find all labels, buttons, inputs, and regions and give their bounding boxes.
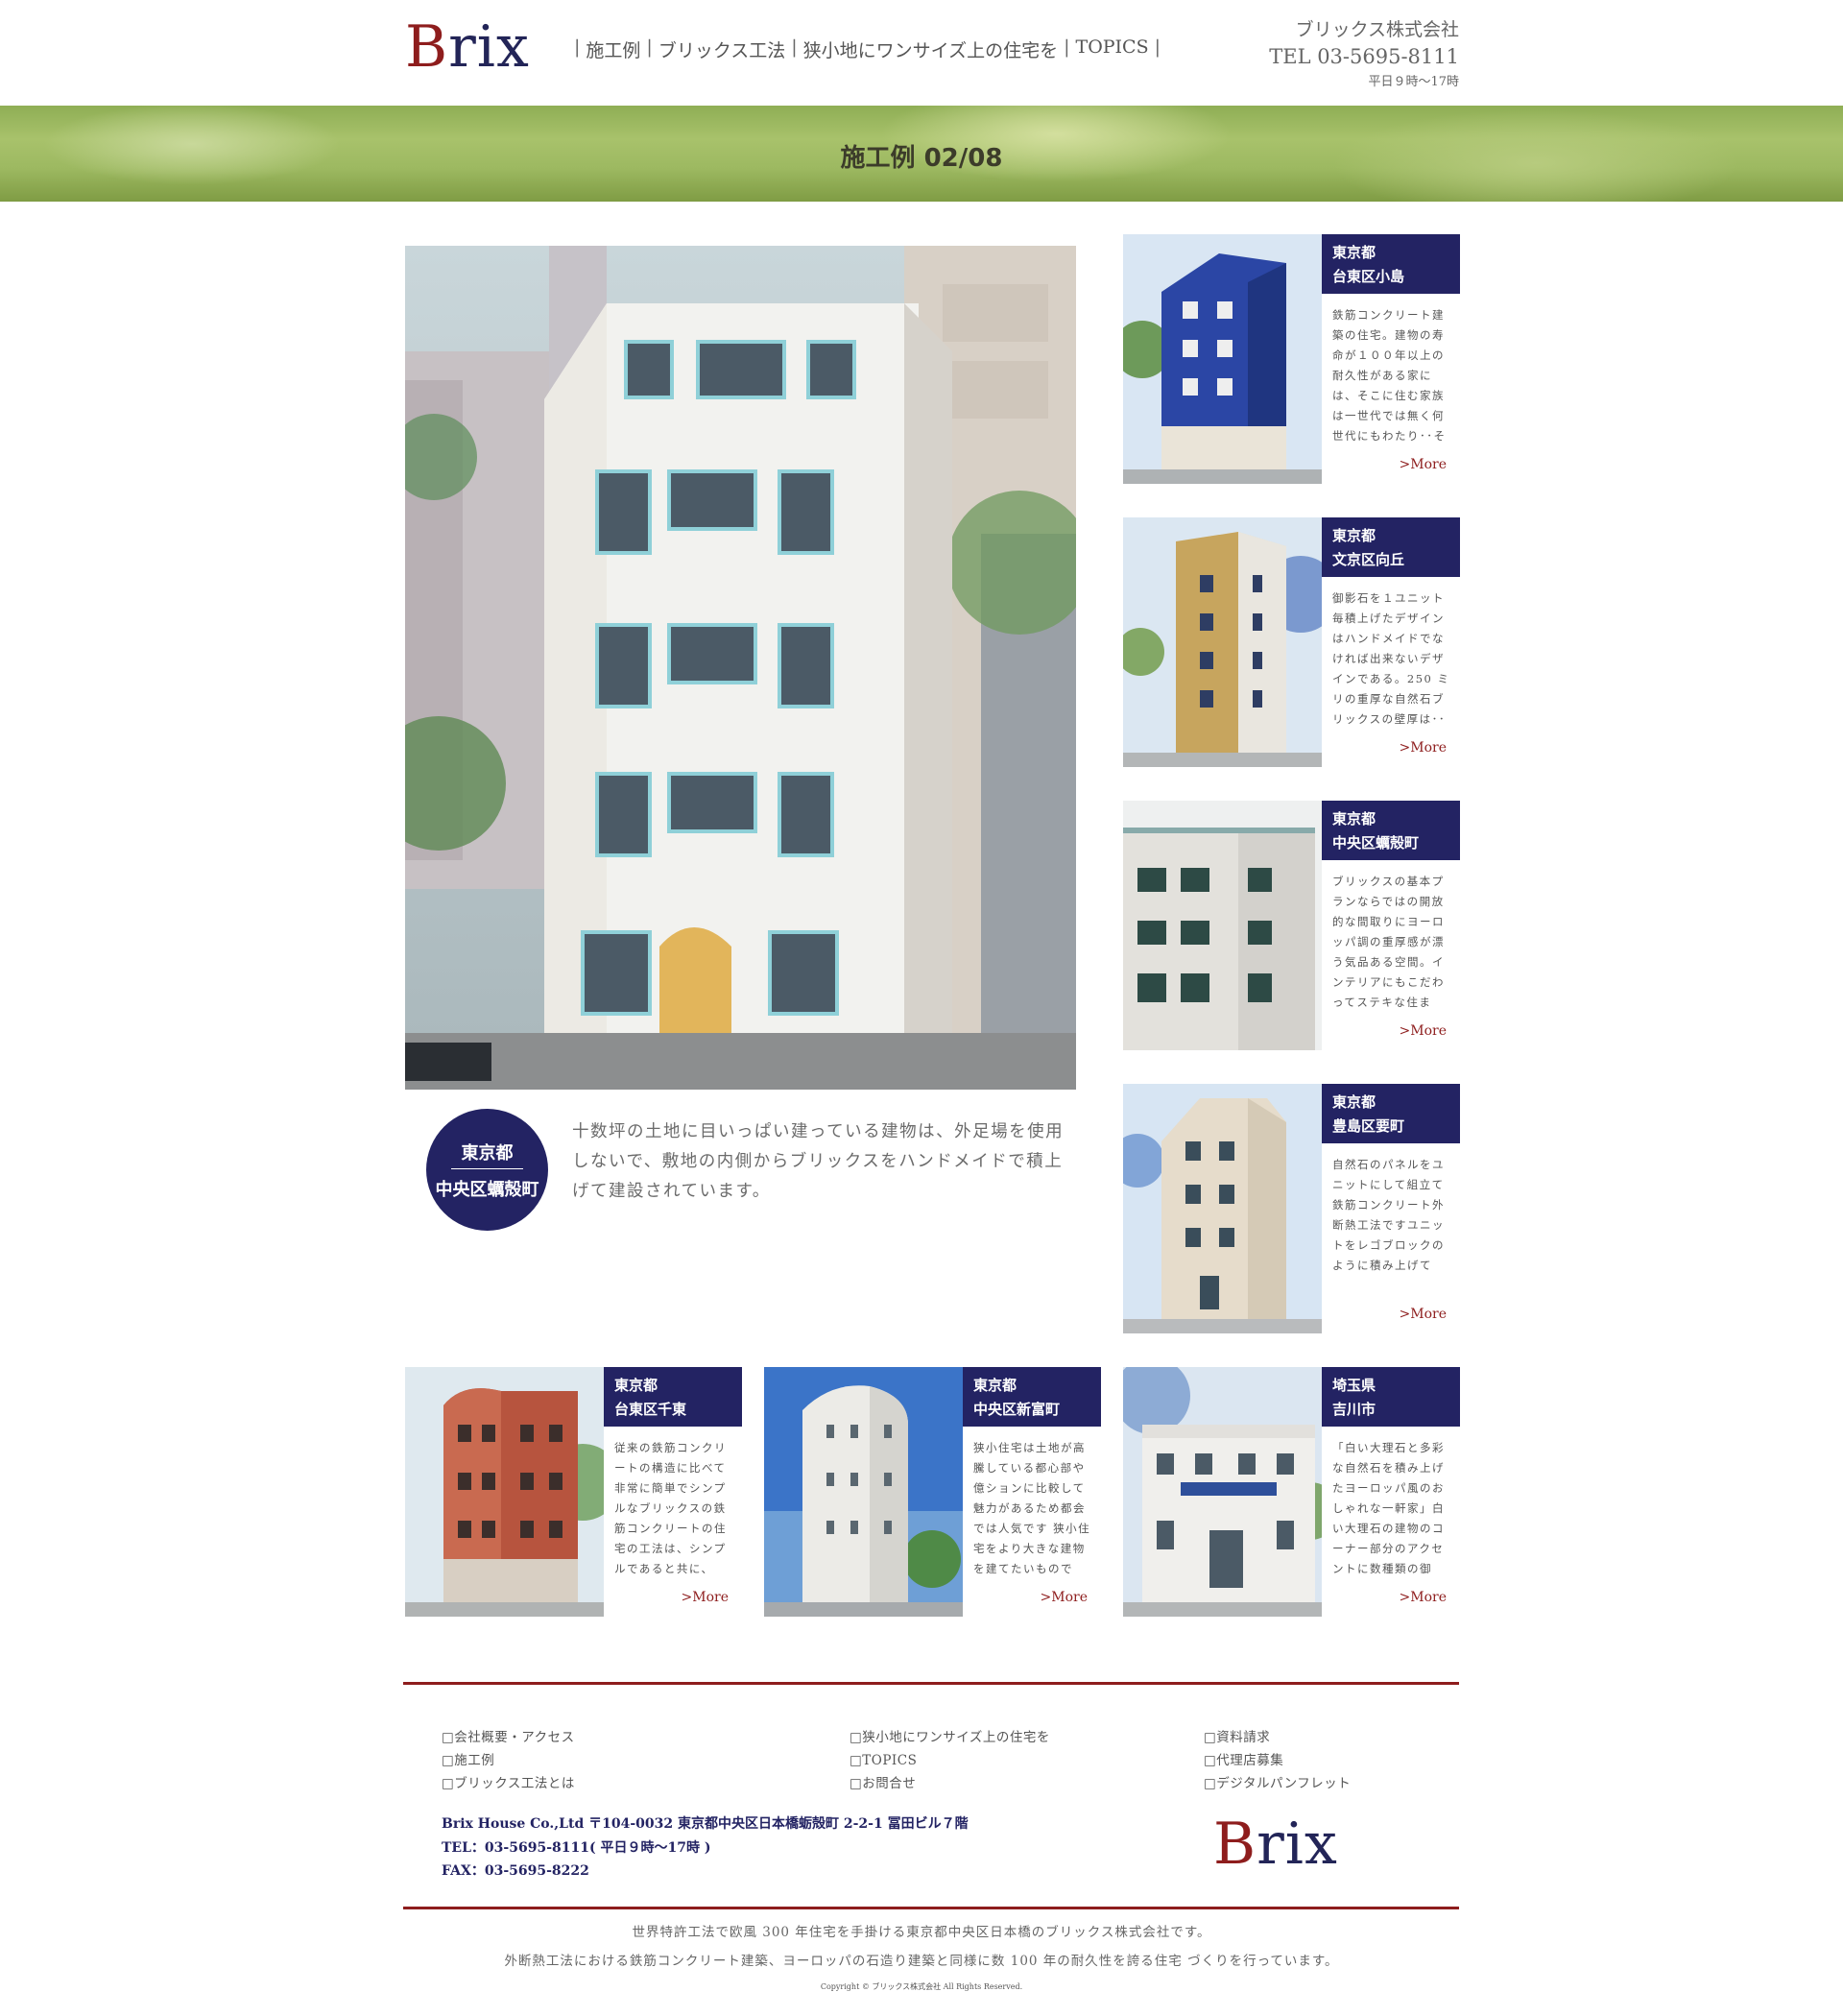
card-building-image[interactable]: [1123, 1367, 1322, 1617]
footer-address-block: Brix House Co.,Ltd 〒104-0032 東京都中央区日本橋蛎殻…: [442, 1812, 969, 1884]
footer-link-works[interactable]: □施工例: [442, 1749, 575, 1772]
more-link[interactable]: >More: [682, 1590, 729, 1605]
card-excerpt: ブリックスの基本プランならではの開放的な間取りにヨーロッパ調の重厚感が漂う気品あ…: [1332, 875, 1445, 1007]
badge-divider: [451, 1168, 523, 1169]
footer-tagline-2: 外断熱工法における鉄筋コンクリート建築、ヨーロッパの石造り建築と同様に数 100…: [504, 1954, 1339, 1969]
footer-link-agency[interactable]: □代理店募集: [1204, 1749, 1351, 1772]
more-link[interactable]: >More: [1400, 1307, 1447, 1322]
card-location-label: 東京都 豊島区要町: [1322, 1084, 1460, 1143]
card-building-image[interactable]: [1123, 517, 1322, 767]
featured-building-image: [405, 246, 1076, 1090]
footer-tagline-1: 世界特許工法で欧風 300 年住宅を手掛ける東京都中央区日本橋のブリックス株式会…: [632, 1925, 1211, 1940]
card-location-label: 東京都 中央区蠣殻町: [1322, 801, 1460, 860]
card-location-label: 東京都 台東区千東: [604, 1367, 742, 1427]
card-excerpt: 従来の鉄筋コンクリートの構造に比べて 非常に簡単でシンプルなブリックスの鉄筋コン…: [614, 1441, 727, 1573]
company-name: ブリックス株式会社: [1295, 19, 1459, 40]
footer-divider-bottom: [403, 1907, 1459, 1909]
works-card[interactable]: 東京都 中央区蠣殻町 ブリックスの基本プランならではの開放的な間取りにヨーロッパ調…: [1123, 801, 1460, 1050]
brix-logo[interactable]: Brix: [405, 13, 530, 81]
card-location-label: 東京都 文京区向丘: [1322, 517, 1460, 577]
card-location-label: 東京都 台東区小島: [1322, 234, 1460, 294]
site-header: Brix | 施工例 | ブリックス工法 | 狭小地にワンサイズ上の住宅を | TOPI…: [0, 0, 1843, 106]
copyright: Copyright © ブリックス株式会社 All Rights Reserve…: [820, 1982, 1023, 1991]
works-card[interactable]: 東京都 中央区新富町 狭小住宅は土地が高騰している都心部や億ションに比較して魅力が…: [764, 1367, 1101, 1617]
footer-address: Brix House Co.,Ltd 〒104-0032 東京都中央区日本橋蛎殻…: [442, 1816, 969, 1832]
footer-link-request-docs[interactable]: □資料請求: [1204, 1726, 1351, 1749]
works-card[interactable]: 東京都 豊島区要町 自然石のパネルをユニットにして組立て鉄筋コンクリート外断熱工法…: [1123, 1084, 1460, 1333]
works-card[interactable]: 東京都 台東区千東 従来の鉄筋コンクリートの構造に比べて 非常に簡単でシンプルなブ…: [405, 1367, 742, 1617]
footer-links-col2: □狭小地にワンサイズ上の住宅を □TOPICS □お問合せ: [850, 1726, 1050, 1795]
more-link[interactable]: >More: [1400, 740, 1447, 756]
footer-links-col1: □会社概要・アクセス □施工例 □ブリックス工法とは: [442, 1726, 575, 1795]
card-location-label: 埼玉県 吉川市: [1322, 1367, 1460, 1427]
business-hours: 平日９時〜17時: [1368, 75, 1459, 89]
company-tel: TEL 03-5695-8111: [1269, 45, 1459, 68]
footer-tel: TEL：03-5695-8111( 平日９時〜17時 ): [442, 1839, 711, 1856]
card-building-image[interactable]: [764, 1367, 963, 1617]
card-building-image[interactable]: [1123, 1084, 1322, 1333]
more-link[interactable]: >More: [1400, 457, 1447, 472]
footer-divider-top: [403, 1682, 1459, 1685]
card-excerpt: 「白い大理石と多彩な自然石を積み上げたヨーロッパ風のおしゃれな一軒家」白い大理石…: [1332, 1441, 1445, 1573]
location-prefecture: 東京都: [461, 1143, 514, 1164]
card-location-label: 東京都 中央区新富町: [963, 1367, 1101, 1427]
card-excerpt: 狭小住宅は土地が高騰している都心部や億ションに比較して魅力があるため都会では人気…: [973, 1441, 1091, 1573]
footer-brix-logo[interactable]: Brix: [1213, 1811, 1338, 1878]
footer-link-narrow-lot[interactable]: □狭小地にワンサイズ上の住宅を: [850, 1726, 1050, 1749]
more-link[interactable]: >More: [1041, 1590, 1088, 1605]
company-contact: ブリックス株式会社 TEL 03-5695-8111 平日９時〜17時: [1269, 15, 1459, 89]
card-excerpt: 鉄筋コンクリート建築の住宅。建物の寿命が１００年以上の耐久性がある家には、そこに…: [1332, 308, 1447, 441]
more-link[interactable]: >More: [1400, 1023, 1447, 1039]
page-banner: 施工例 02/08: [0, 106, 1843, 202]
footer-fax: FAX：03-5695-8222: [442, 1863, 589, 1879]
nav-link-method[interactable]: ブリックス工法: [658, 36, 785, 62]
card-building-image[interactable]: [1123, 801, 1322, 1050]
nav-link-works[interactable]: 施工例: [586, 36, 640, 62]
card-excerpt: 自然石のパネルをユニットにして組立て鉄筋コンクリート外断熱工法ですユニットをレゴ…: [1332, 1158, 1445, 1272]
feature-description: 十数坪の土地に目いっぱい建っている建物は、外足場を使用しないで、敷地の内側からブ…: [572, 1122, 1065, 1201]
footer-links-col3: □資料請求 □代理店募集 □デジタルパンフレット: [1204, 1726, 1351, 1795]
page-title: 施工例 02/08: [840, 144, 1003, 173]
card-building-image[interactable]: [405, 1367, 604, 1617]
footer-link-method[interactable]: □ブリックス工法とは: [442, 1772, 575, 1795]
works-card[interactable]: 埼玉県 吉川市 「白い大理石と多彩な自然石を積み上げたヨーロッパ風のおしゃれな一軒…: [1123, 1367, 1460, 1617]
main-nav: | 施工例 | ブリックス工法 | 狭小地にワンサイズ上の住宅を | TOPICS |: [574, 36, 1161, 62]
more-link[interactable]: >More: [1400, 1590, 1447, 1605]
location-area: 中央区蠣殻町: [435, 1180, 539, 1200]
footer-link-contact[interactable]: □お問合せ: [850, 1772, 1050, 1795]
card-excerpt: 御影石を１ユニット毎積上げたデザインはハンドメイドでなければ出来ないデザインであ…: [1332, 591, 1450, 724]
works-card[interactable]: 東京都 台東区小島 鉄筋コンクリート建築の住宅。建物の寿命が１００年以上の耐久性が…: [1123, 234, 1460, 484]
works-card[interactable]: 東京都 文京区向丘 御影石を１ユニット毎積上げたデザインはハンドメイドでなければ出…: [1123, 517, 1460, 767]
footer-link-company[interactable]: □会社概要・アクセス: [442, 1726, 575, 1749]
footer-link-topics[interactable]: □TOPICS: [850, 1749, 1050, 1772]
nav-link-narrow-lot[interactable]: 狭小地にワンサイズ上の住宅を: [803, 36, 1058, 62]
location-badge: 東京都 中央区蠣殻町: [426, 1109, 548, 1231]
footer-link-pamphlet[interactable]: □デジタルパンフレット: [1204, 1772, 1351, 1795]
card-building-image[interactable]: [1123, 234, 1322, 484]
nav-link-topics[interactable]: TOPICS: [1076, 36, 1149, 62]
